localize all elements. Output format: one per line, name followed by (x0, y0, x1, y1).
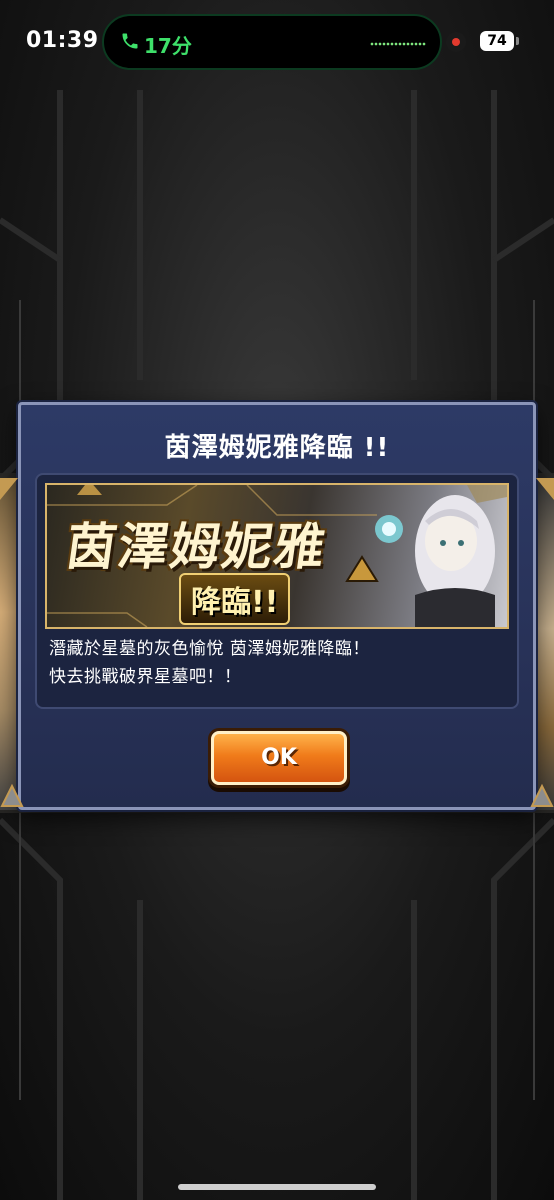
battery-indicator: 74 (480, 31, 519, 51)
audio-waveform-icon (370, 41, 426, 47)
status-bar: 01:39 17分 74 (0, 0, 554, 84)
call-duration: 17分 (144, 34, 192, 58)
phone-icon (122, 33, 138, 49)
status-time: 01:39 (26, 28, 99, 53)
dynamic-island-call[interactable]: 17分 (102, 14, 442, 70)
corner-ornaments (0, 478, 554, 807)
dialog-title: 茵澤姆妮雅降臨 !! (164, 433, 390, 463)
recording-indicator-icon (446, 32, 466, 52)
home-indicator[interactable] (178, 1184, 376, 1190)
